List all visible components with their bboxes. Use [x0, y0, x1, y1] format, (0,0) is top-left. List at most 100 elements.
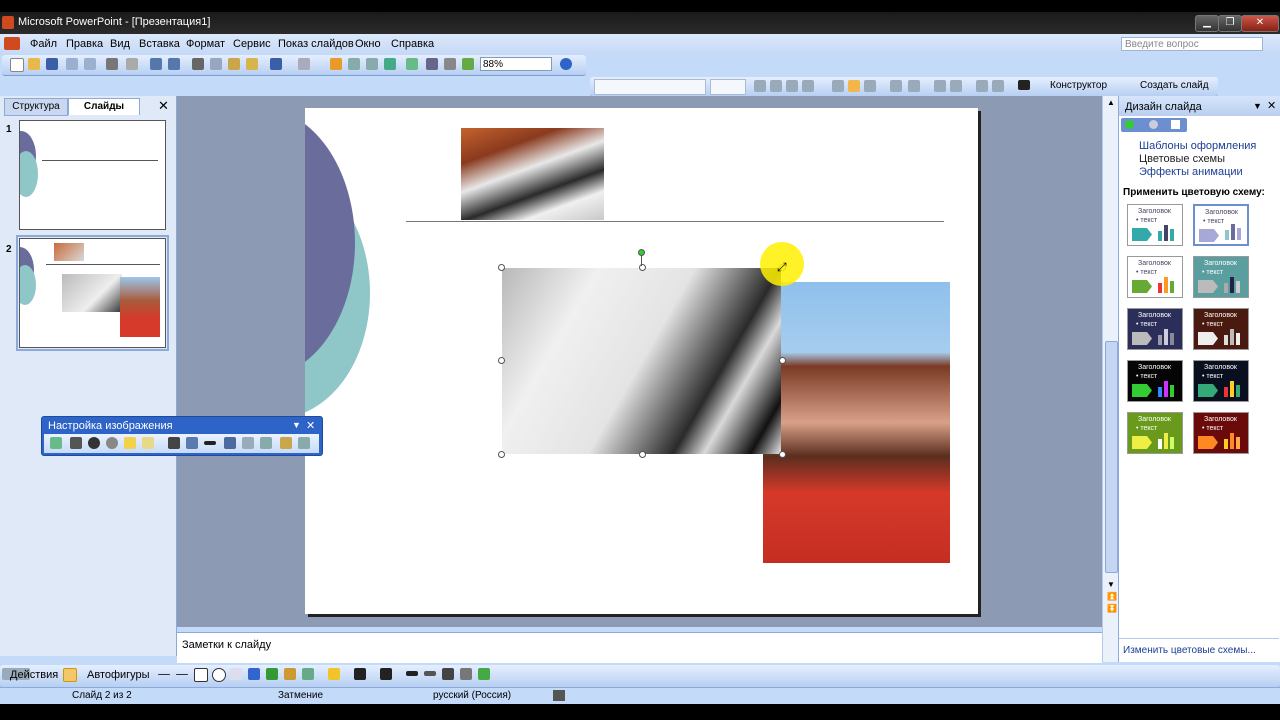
link-edit-color-schemes[interactable]: Изменить цветовые схемы...: [1123, 645, 1256, 656]
pane-close-icon[interactable]: ✕: [1267, 99, 1276, 112]
clipart-icon[interactable]: [284, 668, 296, 680]
undo-icon[interactable]: [270, 58, 282, 70]
increase-indent-icon[interactable]: [992, 80, 1004, 92]
recolor-icon[interactable]: [242, 437, 254, 449]
link-animation-effects[interactable]: Эффекты анимации: [1139, 166, 1243, 178]
research-icon[interactable]: [168, 58, 180, 70]
save-icon[interactable]: [46, 58, 58, 70]
resize-handle-l[interactable]: [498, 357, 505, 364]
resize-handle-br[interactable]: [779, 451, 786, 458]
color-scheme-7[interactable]: Заголовок • текст: [1127, 360, 1183, 402]
help-search-input[interactable]: Введите вопрос: [1121, 37, 1263, 51]
line-style-draw-icon[interactable]: [406, 671, 418, 676]
back-icon[interactable]: [1125, 120, 1134, 129]
home-icon[interactable]: [1171, 120, 1180, 129]
zoom-select[interactable]: 88%: [480, 57, 552, 71]
underline-icon[interactable]: [786, 80, 798, 92]
vertical-scrollbar[interactable]: ▲ ▼ ⏫ ⏬: [1102, 96, 1119, 662]
crop-icon[interactable]: [168, 437, 180, 449]
resize-handle-b[interactable]: [639, 451, 646, 458]
tab-slides[interactable]: Слайды: [68, 98, 140, 115]
font-size-select[interactable]: [710, 79, 746, 95]
resize-handle-bl[interactable]: [498, 451, 505, 458]
insert-picture-icon[interactable]: [50, 437, 62, 449]
designer-button[interactable]: Конструктор: [1050, 80, 1107, 91]
pane-menu-icon[interactable]: ▼: [1253, 101, 1262, 111]
fill-color-icon[interactable]: [328, 668, 340, 680]
italic-icon[interactable]: [770, 80, 782, 92]
line-icon[interactable]: [158, 674, 170, 675]
email-icon[interactable]: [84, 58, 96, 70]
menu-tools[interactable]: Сервис: [233, 38, 271, 50]
paste-icon[interactable]: [228, 58, 240, 70]
font-name-select[interactable]: [594, 79, 706, 95]
rotation-handle[interactable]: [638, 249, 645, 256]
maximize-button[interactable]: ❐: [1218, 15, 1242, 32]
bold-icon[interactable]: [754, 80, 766, 92]
color-scheme-9[interactable]: Заголовок • текст: [1127, 412, 1183, 454]
color-scheme-4[interactable]: Заголовок • текст: [1193, 256, 1249, 298]
link-color-schemes[interactable]: Цветовые схемы: [1139, 153, 1225, 165]
compress-icon[interactable]: [224, 437, 236, 449]
menu-edit[interactable]: Правка: [66, 38, 103, 50]
spell-check-icon[interactable]: [553, 690, 565, 701]
bullets-icon[interactable]: [908, 80, 920, 92]
slide-canvas[interactable]: ⤢: [305, 108, 978, 614]
more-brightness-icon[interactable]: [124, 437, 136, 449]
menu-view[interactable]: Вид: [110, 38, 130, 50]
tab-outline[interactable]: Структура: [4, 98, 68, 116]
menu-insert[interactable]: Вставка: [139, 38, 180, 50]
decrease-indent-icon[interactable]: [976, 80, 988, 92]
link-design-templates[interactable]: Шаблоны оформления: [1139, 140, 1256, 152]
next-slide-icon[interactable]: ⏬: [1107, 604, 1117, 613]
format-picture-icon[interactable]: [260, 437, 272, 449]
insert-picture-icon[interactable]: [384, 58, 396, 70]
set-transparent-icon[interactable]: [280, 437, 292, 449]
more-contrast-icon[interactable]: [88, 437, 100, 449]
expand-all-icon[interactable]: [426, 58, 438, 70]
color-scheme-3[interactable]: Заголовок • текст: [1127, 256, 1183, 298]
menu-slideshow[interactable]: Показ слайдов: [278, 38, 354, 50]
color-scheme-8[interactable]: Заголовок • текст: [1193, 360, 1249, 402]
wordart-icon[interactable]: [248, 668, 260, 680]
color-icon[interactable]: [70, 437, 82, 449]
insert-table-icon[interactable]: [348, 58, 360, 70]
scroll-up-icon[interactable]: ▲: [1107, 98, 1115, 107]
decrease-font-icon[interactable]: [950, 80, 962, 92]
oval-icon[interactable]: [212, 668, 226, 682]
powerpoint-app-icon[interactable]: [2, 16, 14, 29]
menu-help[interactable]: Справка: [391, 38, 434, 50]
hyperlink-icon[interactable]: [406, 58, 418, 70]
line-style-icon[interactable]: [204, 441, 216, 445]
autoshapes-menu[interactable]: Автофигуры: [87, 669, 150, 681]
prev-slide-icon[interactable]: ⏫: [1107, 592, 1117, 601]
insert-object-icon[interactable]: [366, 58, 378, 70]
notes-pane[interactable]: Заметки к слайду: [177, 632, 1102, 663]
mouse-photo[interactable]: [502, 268, 781, 454]
numbering-icon[interactable]: [890, 80, 902, 92]
cut-icon[interactable]: [192, 58, 204, 70]
color-scheme-5[interactable]: Заголовок • текст: [1127, 308, 1183, 350]
minimize-button[interactable]: ▁: [1195, 15, 1219, 32]
3d-style-icon[interactable]: [478, 668, 490, 680]
shadow-icon[interactable]: [802, 80, 814, 92]
new-slide-button[interactable]: Создать слайд: [1140, 80, 1209, 91]
resize-handle-tl[interactable]: [498, 264, 505, 271]
font-color-icon[interactable]: [1018, 80, 1030, 90]
diagram-icon[interactable]: [266, 668, 278, 680]
rectangle-icon[interactable]: [194, 668, 208, 682]
color-grayscale-icon[interactable]: [462, 58, 474, 70]
color-scheme-6[interactable]: Заголовок • текст: [1193, 308, 1249, 350]
show-grid-icon[interactable]: [444, 58, 456, 70]
color-scheme-1[interactable]: Заголовок • текст: [1127, 204, 1183, 246]
new-icon[interactable]: [10, 58, 24, 72]
increase-font-icon[interactable]: [934, 80, 946, 92]
picture-icon[interactable]: [302, 668, 314, 680]
reset-picture-icon[interactable]: [298, 437, 310, 449]
less-brightness-icon[interactable]: [142, 437, 154, 449]
document-icon[interactable]: [4, 37, 20, 50]
forward-icon[interactable]: [1149, 120, 1158, 129]
shadow-style-icon[interactable]: [460, 668, 472, 680]
arrow-icon[interactable]: [176, 674, 188, 675]
less-contrast-icon[interactable]: [106, 437, 118, 449]
